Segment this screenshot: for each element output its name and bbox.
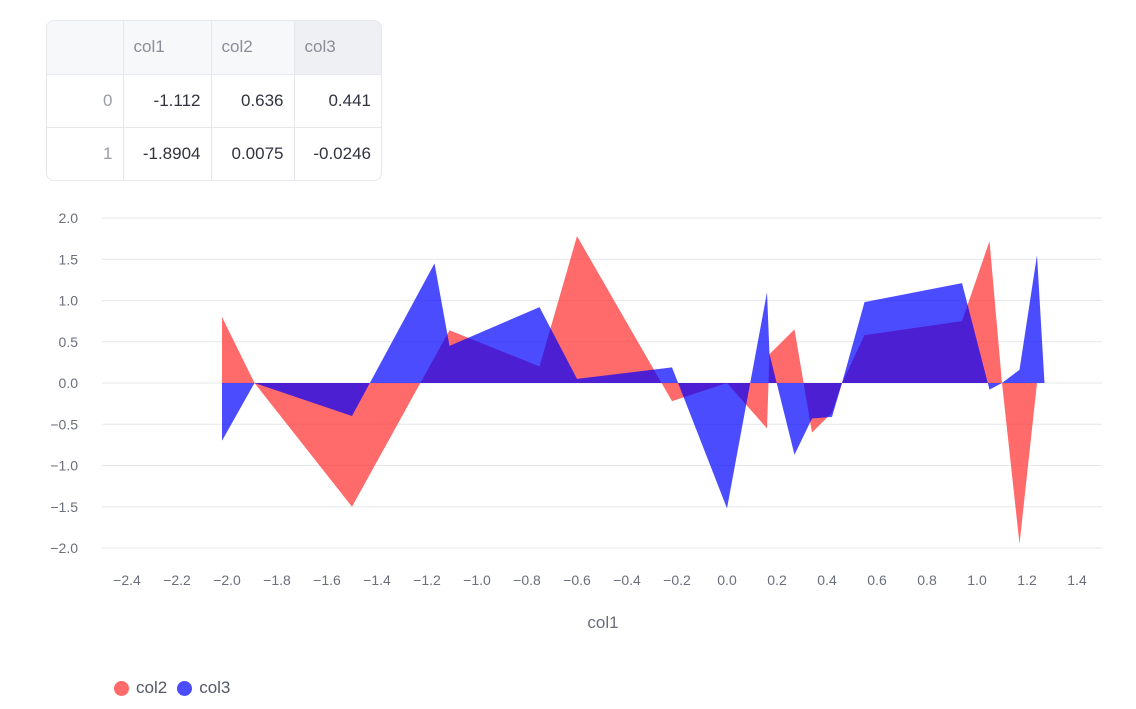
legend-item-col3[interactable]: col3 — [177, 678, 230, 698]
x-tick-label: −1.6 — [313, 572, 341, 588]
table-cell[interactable]: -1.8904 — [123, 127, 212, 180]
x-tick-label: −1.4 — [363, 572, 391, 588]
y-tick-label: −2.0 — [50, 540, 78, 556]
table-cell[interactable]: -0.0246 — [294, 127, 381, 180]
legend-marker-col2 — [114, 680, 129, 696]
table-cell[interactable]: 0.441 — [294, 74, 381, 128]
y-tick-label: 0.0 — [59, 375, 79, 391]
chart-legend: col2 col3 — [114, 678, 240, 698]
table-cell[interactable]: 0.636 — [211, 74, 295, 128]
legend-label-col3: col3 — [199, 678, 231, 697]
y-tick-label: −1.5 — [50, 499, 78, 515]
y-tick-label: 1.0 — [59, 293, 79, 309]
index-header[interactable] — [47, 21, 124, 75]
legend-label-col2: col2 — [136, 678, 168, 697]
table-cell[interactable]: 0.0075 — [211, 127, 295, 180]
x-tick-label: −0.4 — [613, 572, 641, 588]
area-chart[interactable]: 2.0 1.5 1.0 0.5 0.0 −0.5 −1.0 −1.5 −2.0 −2.4 −2.2 −… — [0, 200, 1136, 650]
y-tick-label: −0.5 — [50, 416, 78, 432]
dataframe-table[interactable]: col1 col2 col3 0 -1.112 0.636 0.441 1 -1… — [46, 20, 382, 181]
table-header-row: col1 col2 col3 — [47, 21, 381, 75]
x-tick-label: 1.4 — [1067, 572, 1087, 588]
x-tick-label: 0.8 — [917, 572, 937, 588]
x-tick-label: 1.2 — [1017, 572, 1037, 588]
y-tick-label: 0.5 — [59, 334, 79, 350]
legend-marker-col3 — [177, 680, 193, 696]
table-cell[interactable]: -1.112 — [123, 74, 212, 128]
x-axis-title: col1 — [587, 613, 618, 632]
x-tick-label: −2.2 — [163, 572, 191, 588]
y-tick-label: −1.0 — [50, 458, 78, 474]
table-row: 1 -1.8904 0.0075 -0.0246 — [47, 127, 381, 180]
x-tick-label: 0.2 — [767, 572, 787, 588]
x-tick-label: −2.4 — [113, 572, 141, 588]
x-tick-label: −0.2 — [663, 572, 691, 588]
x-tick-label: −2.0 — [213, 572, 241, 588]
chart-series — [222, 236, 1045, 544]
column-header-col3[interactable]: col3 — [294, 21, 381, 75]
column-header-col1[interactable]: col1 — [123, 21, 212, 75]
x-tick-label: 0.0 — [717, 572, 737, 588]
x-tick-label: 1.0 — [967, 572, 987, 588]
x-tick-label: −1.2 — [413, 572, 441, 588]
row-index: 1 — [47, 127, 124, 180]
y-tick-label: 1.5 — [59, 251, 79, 267]
x-tick-label: 0.6 — [867, 572, 887, 588]
table-row: 0 -1.112 0.636 0.441 — [47, 74, 381, 128]
x-tick-label: −1.0 — [463, 572, 491, 588]
x-tick-label: −0.6 — [563, 572, 591, 588]
legend-item-col2[interactable]: col2 — [114, 678, 167, 698]
y-tick-label: 2.0 — [59, 210, 79, 226]
x-tick-label: −0.8 — [513, 572, 541, 588]
row-index: 0 — [47, 74, 124, 128]
x-tick-label: 0.4 — [817, 572, 837, 588]
column-header-col2[interactable]: col2 — [211, 21, 295, 75]
x-tick-label: −1.8 — [263, 572, 291, 588]
